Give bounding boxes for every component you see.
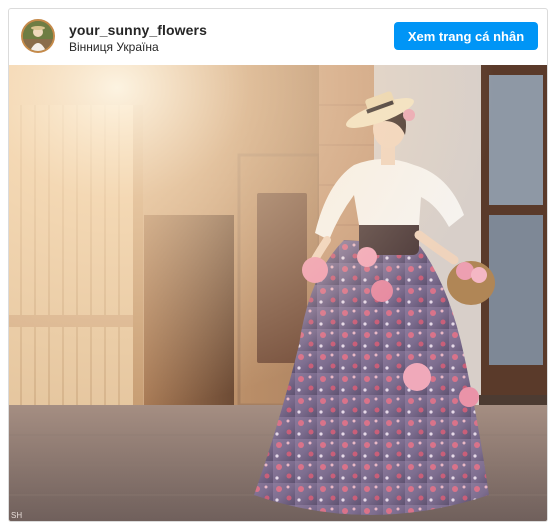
location[interactable]: Вінниця Україна <box>69 40 159 54</box>
username[interactable]: your_sunny_flowers <box>69 22 207 38</box>
view-profile-button[interactable]: Xem trang cá nhân <box>394 22 538 50</box>
post-header: your_sunny_flowers Вінниця Україна Xem t… <box>9 9 547 65</box>
photo-watermark: SH <box>11 511 22 520</box>
post-photo[interactable]: SH <box>9 65 547 521</box>
instagram-embed-card: your_sunny_flowers Вінниця Україна Xem t… <box>8 8 548 522</box>
avatar-image <box>23 21 53 51</box>
post-photo-image: SH <box>9 65 547 521</box>
avatar[interactable] <box>21 19 55 53</box>
